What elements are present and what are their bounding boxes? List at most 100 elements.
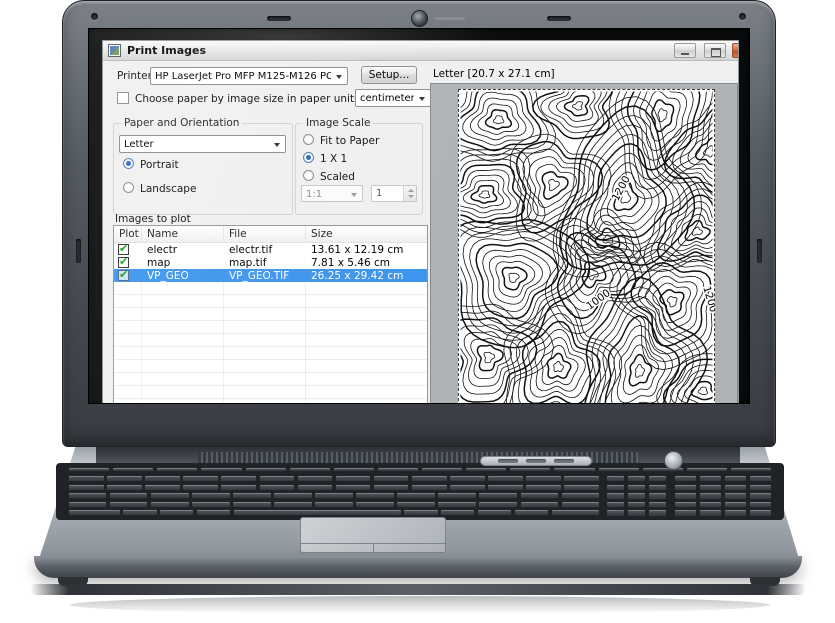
laptop-screen: Print Images Printer: HP LaserJet Pro MF… bbox=[88, 28, 750, 404]
keyboard-key bbox=[109, 492, 148, 499]
column-header-size[interactable]: Size bbox=[306, 226, 427, 242]
keyboard-key bbox=[355, 501, 394, 508]
keyboard-key bbox=[627, 475, 646, 482]
images-to-plot-label: Images to plot bbox=[115, 213, 191, 225]
keyboard-key bbox=[606, 501, 625, 508]
keyboard-key bbox=[686, 467, 728, 472]
units-value: centimeter bbox=[360, 93, 414, 104]
landscape-radio[interactable] bbox=[123, 182, 134, 193]
keyboard-key bbox=[232, 501, 271, 508]
cell-name: VP_GEO bbox=[142, 270, 224, 282]
keyboard-key bbox=[627, 484, 646, 491]
laptop-front-edge bbox=[34, 556, 802, 578]
scale-ratio-value: 1:1 bbox=[306, 189, 346, 200]
column-header-file[interactable]: File bbox=[224, 226, 306, 242]
keyboard-key bbox=[355, 492, 394, 499]
keyboard-key bbox=[220, 475, 257, 482]
keyboard-key bbox=[335, 484, 372, 491]
scale-factor-spinner[interactable]: 1 bbox=[371, 185, 417, 202]
paper-by-size-checkbox[interactable] bbox=[117, 92, 129, 104]
minimize-button[interactable] bbox=[674, 43, 696, 58]
one-to-one-label: 1 X 1 bbox=[320, 153, 347, 165]
keyboard-key bbox=[551, 509, 600, 516]
keyboard-key bbox=[333, 467, 375, 472]
scaled-radio[interactable] bbox=[303, 170, 314, 181]
keyboard-key bbox=[525, 484, 562, 491]
plot-checkbox[interactable] bbox=[118, 270, 129, 281]
keyboard-key bbox=[289, 467, 331, 472]
column-header-plot[interactable]: Plot bbox=[114, 226, 142, 242]
table-row[interactable]: electr electr.tif 13.61 x 12.19 cm bbox=[114, 243, 427, 256]
chevron-down-icon bbox=[351, 193, 357, 197]
keyboard-key bbox=[68, 484, 105, 491]
chevron-down-icon bbox=[336, 75, 342, 79]
keyboard-key bbox=[191, 492, 230, 499]
keyboard-key bbox=[144, 484, 181, 491]
touchpad bbox=[300, 517, 446, 553]
table-row[interactable]: map map.tif 7.81 x 5.46 cm bbox=[114, 256, 427, 269]
keyboard-key bbox=[627, 501, 646, 508]
keyboard-key bbox=[297, 475, 334, 482]
image-scale-title: Image Scale bbox=[303, 117, 373, 129]
touchpad-buttons bbox=[301, 543, 445, 552]
maximize-button[interactable] bbox=[704, 43, 726, 58]
paper-size-select[interactable]: Letter bbox=[119, 135, 286, 153]
column-header-name[interactable]: Name bbox=[142, 226, 224, 242]
fit-to-paper-radio[interactable] bbox=[303, 134, 314, 145]
keyboard-key bbox=[699, 492, 722, 499]
keyboard-key bbox=[196, 509, 231, 516]
keyboard-key bbox=[465, 467, 507, 472]
keyboard-key bbox=[335, 475, 372, 482]
keyboard-key bbox=[150, 501, 189, 508]
portrait-radio[interactable] bbox=[123, 158, 134, 169]
printer-value: HP LaserJet Pro MFP M125-M126 PCLmS bbox=[155, 71, 331, 82]
units-select[interactable]: centimeter bbox=[355, 89, 431, 107]
keyboard-key bbox=[440, 509, 475, 516]
spinner-arrows-icon[interactable] bbox=[403, 186, 416, 201]
plot-checkbox[interactable] bbox=[118, 244, 129, 255]
setup-button[interactable]: Setup... bbox=[361, 66, 417, 84]
laptop-mockup: Print Images Printer: HP LaserJet Pro MF… bbox=[0, 0, 835, 623]
scale-ratio-select[interactable]: 1:1 bbox=[301, 185, 363, 202]
keyboard-key bbox=[648, 475, 667, 482]
keyboard-key bbox=[648, 509, 667, 516]
keyboard-key bbox=[699, 475, 722, 482]
table-row[interactable]: VP_GEO VP_GEO.TIF 26.25 x 29.42 cm bbox=[114, 269, 427, 282]
one-to-one-radio[interactable] bbox=[303, 152, 314, 163]
keyboard-key bbox=[233, 509, 402, 516]
keyboard-key bbox=[730, 467, 772, 472]
table-empty-rows bbox=[114, 282, 427, 404]
keyboard-key bbox=[563, 484, 600, 491]
table-header: Plot Name File Size bbox=[114, 226, 427, 243]
keyboard-key bbox=[487, 475, 524, 482]
keyboard-key bbox=[674, 509, 697, 516]
dialog-titlebar[interactable]: Print Images bbox=[103, 41, 738, 61]
print-images-icon bbox=[108, 44, 121, 57]
keyboard-key bbox=[487, 484, 524, 491]
keyboard-key bbox=[259, 475, 296, 482]
keyboard-key bbox=[106, 484, 143, 491]
keyboard-key bbox=[68, 492, 107, 499]
keyboard-key bbox=[648, 492, 667, 499]
close-button[interactable] bbox=[732, 43, 739, 58]
keyboard-key bbox=[314, 492, 353, 499]
plot-checkbox[interactable] bbox=[118, 257, 129, 268]
keyboard-key bbox=[106, 475, 143, 482]
keyboard-key bbox=[122, 509, 157, 516]
print-images-dialog: Print Images Printer: HP LaserJet Pro MF… bbox=[102, 40, 739, 404]
keyboard-key bbox=[373, 484, 410, 491]
keyboard-key bbox=[477, 509, 512, 516]
bezel-screw bbox=[739, 13, 746, 20]
keyboard-key bbox=[674, 484, 697, 491]
keyboard-key bbox=[648, 484, 667, 491]
printer-select[interactable]: HP LaserJet Pro MFP M125-M126 PCLmS bbox=[150, 67, 348, 85]
keyboard-key bbox=[159, 509, 194, 516]
cell-name: electr bbox=[142, 244, 224, 256]
keyboard-key bbox=[273, 501, 312, 508]
keyboard-key bbox=[68, 509, 121, 516]
keyboard-key bbox=[68, 501, 107, 508]
bezel-notch bbox=[757, 239, 762, 263]
power-button bbox=[664, 451, 683, 470]
keyboard-key bbox=[396, 492, 435, 499]
keyboard-key bbox=[561, 501, 600, 508]
